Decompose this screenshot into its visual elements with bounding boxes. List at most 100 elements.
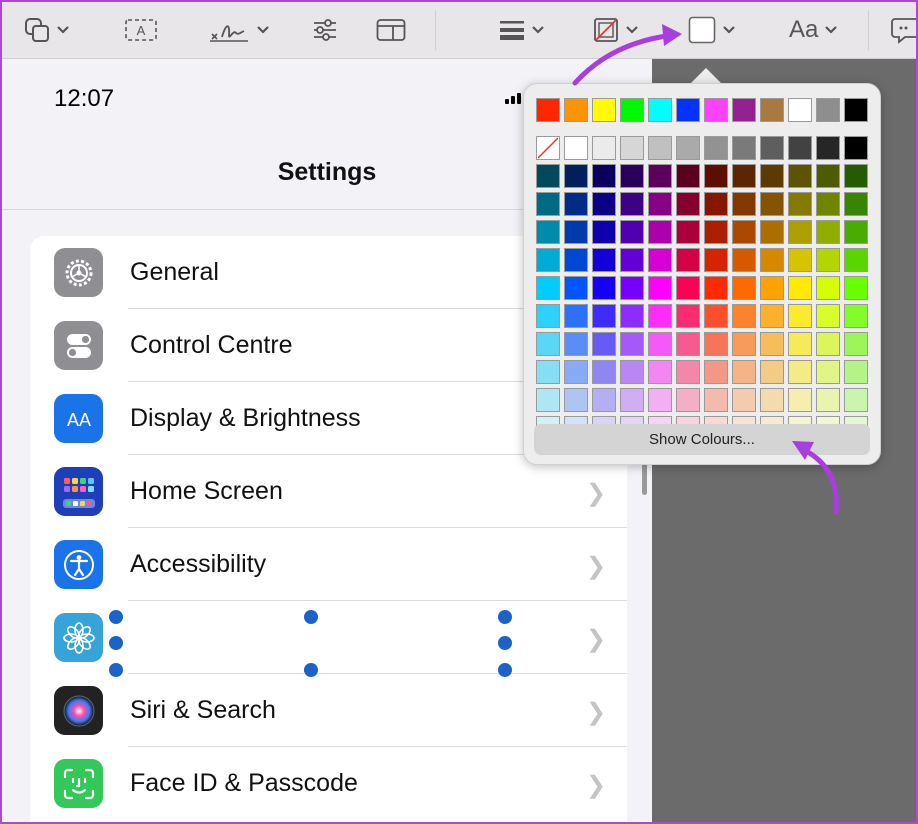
color-swatch[interactable]	[704, 220, 728, 244]
color-swatch[interactable]	[648, 388, 672, 412]
color-swatch[interactable]	[620, 276, 644, 300]
settings-row-face-id[interactable]: Face ID & Passcode ❯	[30, 747, 627, 820]
color-swatch[interactable]	[648, 332, 672, 356]
color-swatch[interactable]	[788, 136, 812, 160]
color-swatch[interactable]	[648, 98, 672, 122]
color-swatch[interactable]	[844, 164, 868, 188]
color-swatch[interactable]	[592, 164, 616, 188]
color-swatch[interactable]	[564, 98, 588, 122]
color-swatch[interactable]	[732, 98, 756, 122]
selection-handle[interactable]	[109, 610, 123, 624]
color-swatch[interactable]	[760, 332, 784, 356]
color-swatch[interactable]	[648, 192, 672, 216]
color-swatch[interactable]	[704, 332, 728, 356]
color-swatch[interactable]	[620, 98, 644, 122]
settings-row-siri[interactable]: Siri & Search ❯	[30, 674, 627, 747]
color-swatch[interactable]	[844, 304, 868, 328]
color-swatch[interactable]	[760, 192, 784, 216]
color-swatch[interactable]	[788, 192, 812, 216]
color-swatch[interactable]	[816, 98, 840, 122]
color-swatch[interactable]	[648, 360, 672, 384]
line-style-button[interactable]	[499, 12, 545, 48]
color-swatch[interactable]	[760, 248, 784, 272]
color-swatch[interactable]	[844, 360, 868, 384]
color-swatch[interactable]	[732, 220, 756, 244]
color-swatch[interactable]	[760, 136, 784, 160]
color-swatch[interactable]	[676, 276, 700, 300]
color-swatch[interactable]	[676, 248, 700, 272]
color-swatch[interactable]	[592, 248, 616, 272]
text-box-button[interactable]: A	[125, 12, 157, 48]
color-swatch[interactable]	[536, 192, 560, 216]
selection-handle[interactable]	[304, 663, 318, 677]
color-swatch[interactable]	[788, 220, 812, 244]
color-swatch[interactable]	[536, 276, 560, 300]
color-swatch[interactable]	[620, 304, 644, 328]
color-swatch[interactable]	[648, 220, 672, 244]
color-swatch[interactable]	[676, 98, 700, 122]
color-swatch[interactable]	[592, 304, 616, 328]
color-swatch[interactable]	[592, 192, 616, 216]
color-swatch[interactable]	[564, 248, 588, 272]
color-swatch[interactable]	[620, 360, 644, 384]
color-swatch[interactable]	[816, 304, 840, 328]
color-swatch[interactable]	[620, 332, 644, 356]
color-swatch[interactable]	[620, 192, 644, 216]
color-swatch[interactable]	[760, 164, 784, 188]
color-swatch[interactable]	[536, 304, 560, 328]
color-swatch[interactable]	[676, 388, 700, 412]
selection-handle[interactable]	[304, 610, 318, 624]
color-swatch[interactable]	[732, 388, 756, 412]
color-swatch[interactable]	[648, 136, 672, 160]
color-swatch[interactable]	[760, 98, 784, 122]
color-swatch[interactable]	[704, 192, 728, 216]
color-swatch[interactable]	[564, 192, 588, 216]
border-color-button[interactable]	[593, 12, 639, 48]
color-swatch[interactable]	[732, 192, 756, 216]
color-swatch[interactable]	[760, 360, 784, 384]
color-swatch[interactable]	[564, 332, 588, 356]
color-swatch[interactable]	[788, 98, 812, 122]
selection-handle[interactable]	[498, 610, 512, 624]
color-swatch[interactable]	[536, 332, 560, 356]
fill-color-button[interactable]	[688, 12, 736, 48]
color-swatch[interactable]	[564, 136, 588, 160]
color-swatch[interactable]	[760, 304, 784, 328]
color-swatch[interactable]	[732, 276, 756, 300]
color-swatch[interactable]	[732, 304, 756, 328]
color-swatch[interactable]	[536, 360, 560, 384]
color-swatch[interactable]	[536, 220, 560, 244]
comment-button[interactable]	[890, 12, 916, 48]
color-swatch[interactable]	[564, 304, 588, 328]
color-swatch[interactable]	[816, 192, 840, 216]
shapes-button[interactable]	[24, 12, 70, 48]
color-swatch[interactable]	[564, 360, 588, 384]
color-swatch[interactable]	[676, 304, 700, 328]
color-swatch[interactable]	[620, 388, 644, 412]
color-swatch[interactable]	[564, 220, 588, 244]
color-swatch[interactable]	[704, 276, 728, 300]
color-swatch[interactable]	[704, 136, 728, 160]
color-swatch[interactable]	[816, 360, 840, 384]
color-swatch[interactable]	[620, 136, 644, 160]
color-swatch[interactable]	[592, 136, 616, 160]
color-swatch[interactable]	[620, 220, 644, 244]
color-swatch[interactable]	[676, 164, 700, 188]
color-swatch[interactable]	[648, 276, 672, 300]
color-swatch[interactable]	[676, 332, 700, 356]
color-swatch[interactable]	[844, 276, 868, 300]
color-swatch[interactable]	[732, 136, 756, 160]
color-swatch[interactable]	[592, 276, 616, 300]
color-swatch[interactable]	[592, 388, 616, 412]
color-swatch[interactable]	[760, 276, 784, 300]
color-swatch[interactable]	[676, 136, 700, 160]
color-swatch[interactable]	[704, 98, 728, 122]
color-swatch[interactable]	[788, 332, 812, 356]
settings-row-home-screen[interactable]: Home Screen ❯	[30, 455, 627, 528]
color-swatch[interactable]	[676, 192, 700, 216]
color-swatch[interactable]	[676, 360, 700, 384]
color-swatch[interactable]	[732, 248, 756, 272]
color-swatch[interactable]	[592, 332, 616, 356]
color-swatch[interactable]	[536, 248, 560, 272]
color-swatch[interactable]	[536, 98, 560, 122]
